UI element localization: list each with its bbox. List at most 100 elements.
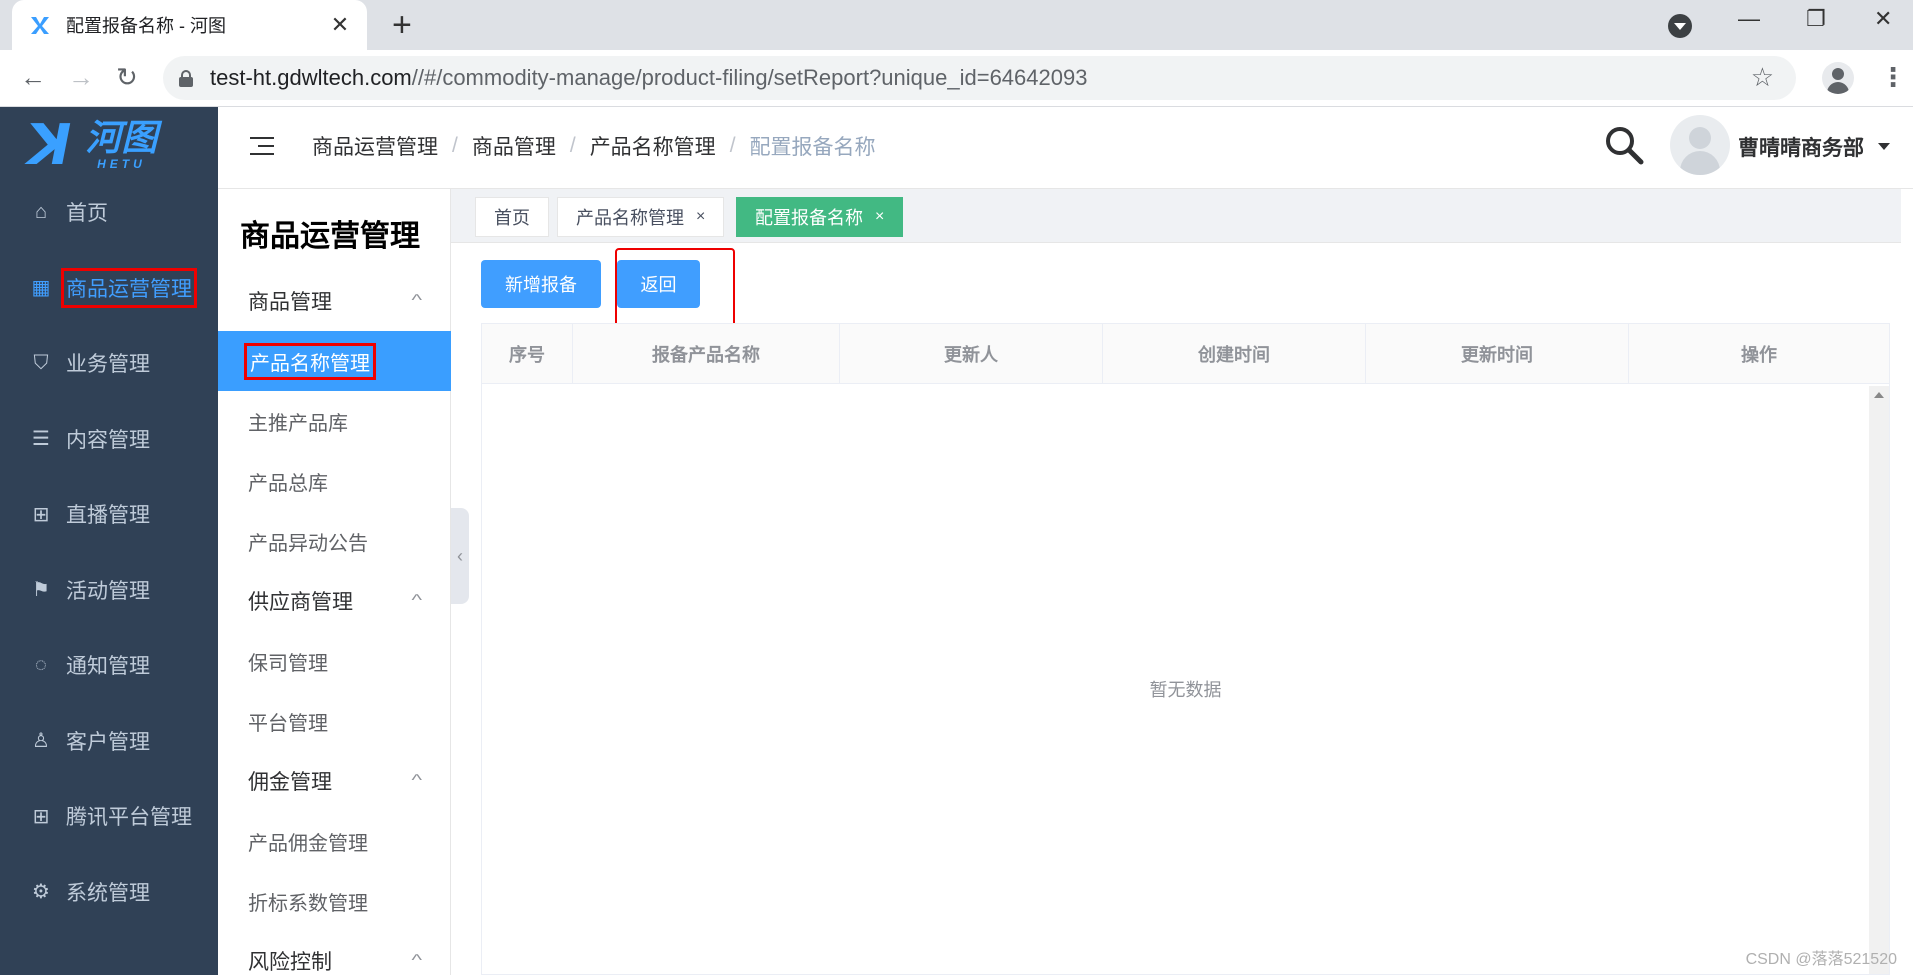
close-tab-icon[interactable]: ✕ (329, 12, 351, 38)
sidebar-item[interactable]: ⛉ 业务管理 (0, 333, 218, 393)
browser-tabstrip: 配置报备名称 - 河图 ✕ + — ❐ ✕ (0, 0, 1913, 50)
sidebar-item[interactable]: ⚑ 活动管理 (0, 560, 218, 620)
sidebar-item[interactable]: ☰ 内容管理 (0, 409, 218, 469)
close-tag-icon[interactable]: × (875, 208, 884, 226)
collapse-chevron-left-icon[interactable]: ‹ (451, 508, 469, 604)
submenu-group[interactable]: 风险控制 ^ (218, 931, 451, 975)
chat-icon: ◌ (35, 653, 47, 676)
table-scrollbar[interactable] (1869, 386, 1889, 974)
report-table: 序号 报备产品名称 更新人 创建时间 更新时间 操作 暂无数据 (481, 323, 1890, 975)
submenu-item[interactable]: 产品名称管理 (218, 331, 451, 391)
chevron-up-icon: ^ (411, 292, 423, 309)
shield-icon: ⛉ (33, 351, 49, 374)
tag-home[interactable]: 首页 (475, 197, 549, 237)
apps-icon: ⊞ (32, 805, 50, 828)
submenu-item[interactable]: 产品佣金管理 (218, 811, 451, 871)
back-arrow-icon[interactable]: ← (20, 62, 46, 92)
add-report-button[interactable]: 新增报备 (481, 260, 601, 308)
tab-title: 配置报备名称 - 河图 (66, 16, 226, 36)
table-header: 序号 报备产品名称 更新人 创建时间 更新时间 操作 (482, 324, 1889, 384)
reload-icon[interactable]: ↻ (116, 62, 138, 92)
chart-icon: ▦ (31, 277, 51, 299)
sidebar-item[interactable]: ⊞ 腾讯平台管理 (0, 786, 218, 846)
url-text: test-ht.gdwltech.com//#/commodity-manage… (210, 65, 1088, 90)
breadcrumb: 商品运营管理 / 商品管理 / 产品名称管理 / 配置报备名称 (312, 131, 876, 161)
sidebar-item[interactable]: ♙ 客户管理 (0, 711, 218, 771)
sidebar-item[interactable]: ◌ 通知管理 (0, 635, 218, 695)
restore-icon[interactable]: ❐ (1806, 6, 1826, 32)
sidebar-item-label: 腾讯平台管理 (66, 806, 192, 829)
grid-icon: ⊞ (32, 503, 50, 526)
user-name[interactable]: 曹晴晴商务部 (1738, 132, 1864, 162)
sidebar-item-label: 活动管理 (66, 579, 150, 603)
tags-view: 首页 产品名称管理 × 配置报备名称 × (451, 189, 1901, 243)
sidebar-item[interactable]: ⊞ 直播管理 (0, 484, 218, 544)
browser-tab[interactable]: 配置报备名称 - 河图 ✕ (12, 0, 367, 50)
hetu-logo-mark-icon: ꓘ (28, 113, 72, 176)
hamburger-menu-icon[interactable] (250, 135, 274, 157)
sidebar-item-label: 直播管理 (66, 504, 150, 527)
forward-arrow-icon[interactable]: → (68, 62, 94, 92)
search-icon[interactable] (1602, 123, 1646, 167)
sidebar-item[interactable]: ▦ 商品运营管理 (0, 258, 218, 318)
flag-icon: ⚑ (32, 579, 50, 601)
tag-config-report-name[interactable]: 配置报备名称 × (736, 197, 904, 237)
bookmark-star-icon[interactable]: ☆ (1751, 62, 1774, 93)
sidebar-item-label: 通知管理 (66, 655, 150, 678)
sidebar-item-label: 首页 (66, 202, 108, 225)
column-header: 创建时间 (1103, 324, 1366, 384)
chevron-up-icon: ^ (411, 772, 423, 789)
submenu-group[interactable]: 商品管理 ^ (218, 271, 451, 331)
breadcrumb-item[interactable]: 商品管理 (472, 131, 556, 161)
submenu-item[interactable]: 平台管理 (218, 691, 451, 751)
account-avatar-icon[interactable] (1822, 62, 1854, 94)
sidebar-item[interactable]: ⚙ 系统管理 (0, 862, 218, 922)
hetu-logo: ꓘ 河图 HETU (28, 113, 158, 176)
submenu-item[interactable]: 产品异动公告 (218, 511, 451, 571)
annotation-highlight-box (615, 248, 735, 332)
submenu-item[interactable]: 主推产品库 (218, 391, 451, 451)
chevron-up-icon: ^ (411, 952, 423, 969)
submenu-item[interactable]: 产品总库 (218, 451, 451, 511)
submenu-item[interactable]: 折标系数管理 (218, 871, 451, 931)
tab-search-icon[interactable] (1668, 14, 1692, 38)
browser-toolbar: ← → ↻ test-ht.gdwltech.com//#/commodity-… (0, 50, 1913, 107)
user-avatar[interactable] (1670, 115, 1730, 175)
browser-menu-icon[interactable]: ⋮ (1880, 62, 1906, 92)
lock-icon (179, 70, 193, 87)
new-tab-button[interactable]: + (392, 8, 412, 42)
gear-icon: ⚙ (32, 881, 50, 903)
breadcrumb-item[interactable]: 商品运营管理 (312, 131, 438, 161)
empty-state-text: 暂无数据 (1149, 680, 1222, 700)
submenu-item[interactable]: 保司管理 (218, 631, 451, 691)
sidebar-item-label: 客户管理 (66, 730, 150, 754)
tag-product-name-manage[interactable]: 产品名称管理 × (557, 197, 725, 237)
sidebar-item-label: 系统管理 (66, 881, 150, 905)
sidebar-item-label: 业务管理 (66, 353, 150, 376)
caret-down-icon[interactable] (1878, 143, 1890, 150)
column-header: 序号 (482, 324, 573, 384)
sidebar-item-label: 商品运营管理 (61, 267, 197, 308)
minimize-icon[interactable]: — (1738, 6, 1760, 32)
column-header: 操作 (1741, 345, 1777, 365)
user-icon: ♙ (32, 730, 50, 752)
chevron-up-icon: ^ (411, 592, 423, 609)
submenu-group[interactable]: 佣金管理 ^ (218, 751, 451, 811)
window-close-icon[interactable]: ✕ (1874, 6, 1892, 32)
top-navbar: 商品运营管理 / 商品管理 / 产品名称管理 / 配置报备名称 曹晴晴商务部 (218, 107, 1913, 189)
list-icon: ☰ (32, 428, 50, 450)
submenu-group[interactable]: 供应商管理 ^ (218, 571, 451, 631)
address-bar[interactable]: test-ht.gdwltech.com//#/commodity-manage… (163, 56, 1796, 100)
column-header: 更新人 (840, 324, 1103, 384)
submenu-title: 商品运营管理 (240, 220, 420, 253)
breadcrumb-item[interactable]: 产品名称管理 (590, 131, 716, 161)
column-header: 报备产品名称 (573, 324, 840, 384)
breadcrumb-current: 配置报备名称 (749, 136, 876, 159)
sidebar-item-label: 内容管理 (66, 428, 150, 452)
sidebar-item[interactable]: ⌂ 首页 (0, 182, 218, 242)
close-tag-icon[interactable]: × (696, 208, 705, 226)
scroll-up-arrow-icon[interactable] (1874, 392, 1884, 398)
home-icon: ⌂ (34, 200, 48, 223)
hetu-favicon-icon (31, 17, 49, 34)
column-header: 更新时间 (1366, 324, 1629, 384)
